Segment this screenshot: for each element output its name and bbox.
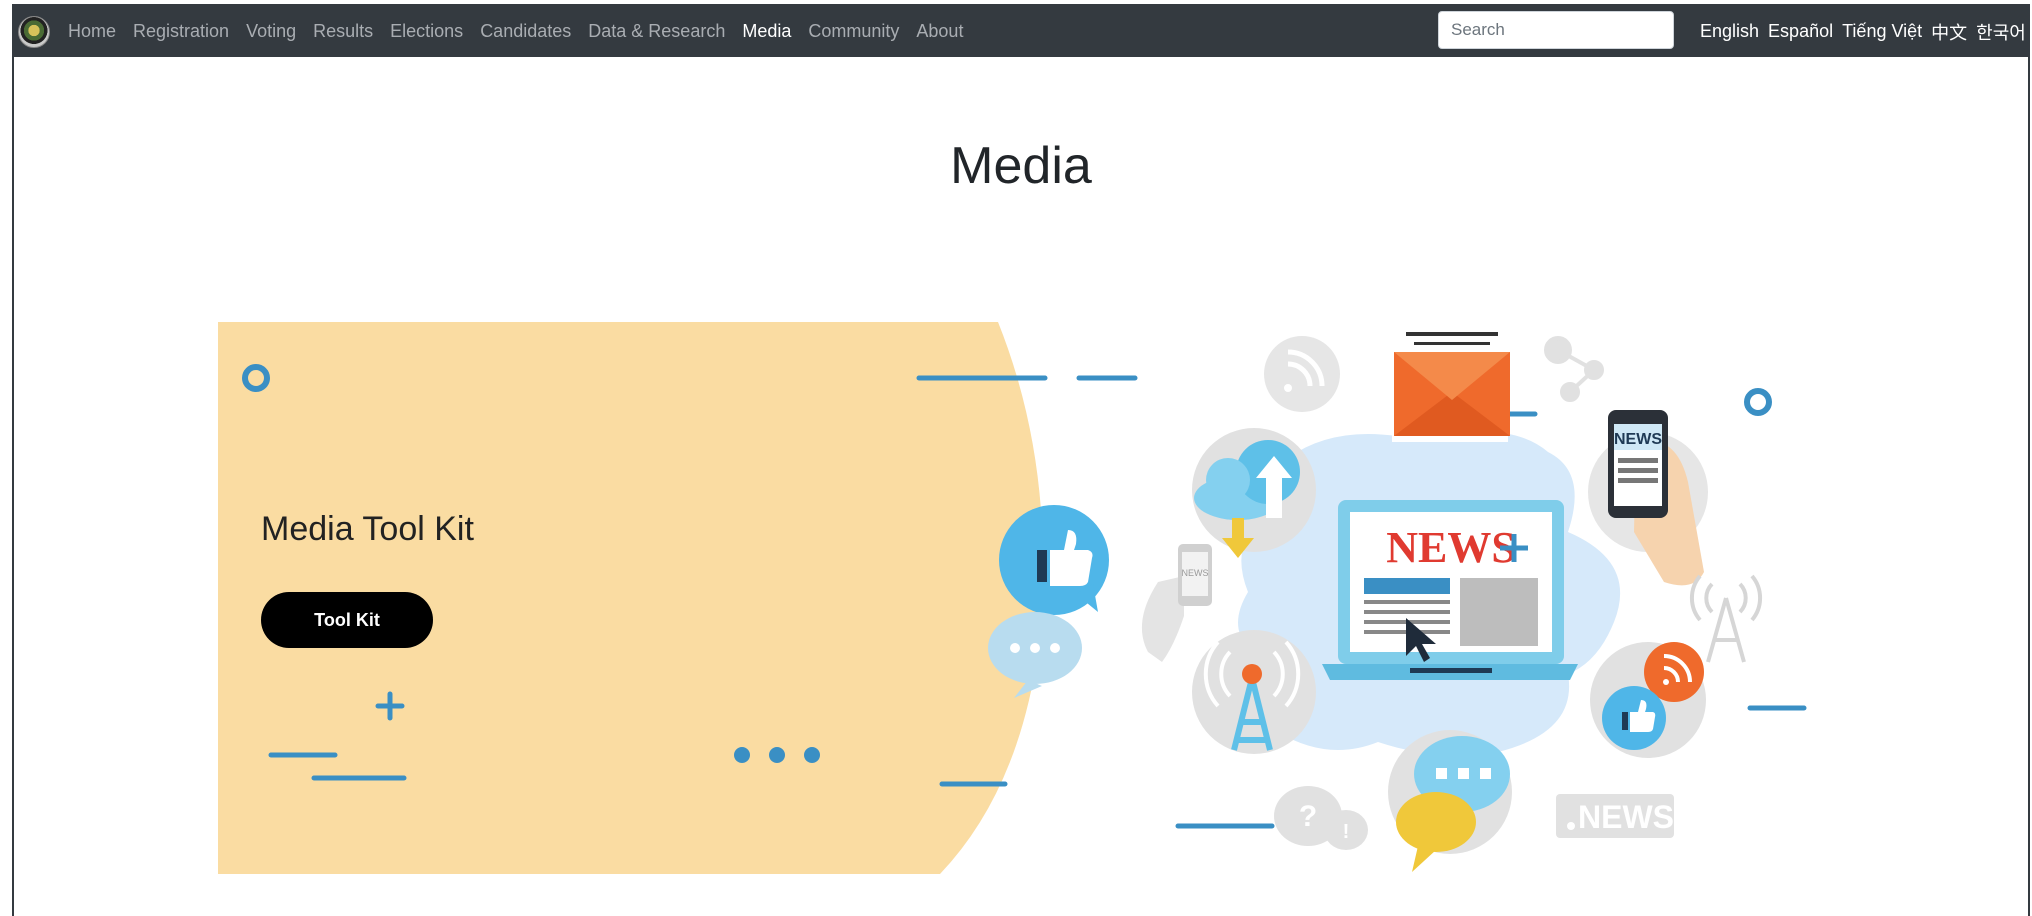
question-bubble-icon: ? ! bbox=[1274, 786, 1368, 850]
svg-text:?: ? bbox=[1299, 800, 1317, 833]
nav-home[interactable]: Home bbox=[68, 21, 116, 42]
page-title: Media bbox=[950, 137, 1092, 195]
nav-data-research[interactable]: Data & Research bbox=[588, 21, 725, 42]
browser-page: Home Registration Voting Results Electio… bbox=[12, 4, 2030, 916]
media-hero-banner: NEWS ? ! NEWS NEWS NEWS Media Tool Kit T… bbox=[218, 322, 1818, 882]
antenna-icon bbox=[1689, 574, 1763, 663]
laptop-news-headline: NEWS bbox=[1386, 523, 1516, 572]
phone-news-label: NEWS bbox=[1614, 431, 1662, 448]
small-phone-news-label: NEWS bbox=[1182, 568, 1209, 578]
dots-icon bbox=[734, 747, 820, 763]
tool-kit-button[interactable]: Tool Kit bbox=[261, 592, 433, 648]
svg-text:!: ! bbox=[1343, 821, 1350, 843]
hand-phone-icon: NEWS bbox=[1141, 544, 1212, 662]
nav-results[interactable]: Results bbox=[313, 21, 373, 42]
nav-voting[interactable]: Voting bbox=[246, 21, 296, 42]
language-switcher: English Español Tiếng Việt 中文 한국어 bbox=[1700, 6, 2028, 57]
lang-espanol[interactable]: Español bbox=[1768, 21, 1833, 42]
thumbs-up-small-icon bbox=[1602, 686, 1666, 750]
hand-smartphone-icon: NEWS bbox=[1608, 410, 1704, 586]
share-icon bbox=[1544, 336, 1604, 402]
lang-chinese[interactable]: 中文 bbox=[1931, 19, 1967, 45]
badge-news-label: NEWS bbox=[1578, 799, 1674, 835]
search-input[interactable] bbox=[1438, 11, 1674, 49]
laptop-news-icon: NEWS bbox=[1322, 500, 1578, 680]
envelope-icon bbox=[1392, 322, 1510, 442]
nav-candidates[interactable]: Candidates bbox=[480, 21, 571, 42]
lang-vietnamese[interactable]: Tiếng Việt bbox=[1842, 21, 1922, 42]
thumbs-up-icon bbox=[999, 505, 1109, 615]
media-illustration: NEWS ? ! NEWS NEWS NEWS bbox=[218, 322, 1807, 874]
nav-about[interactable]: About bbox=[916, 21, 963, 42]
site-logo-icon[interactable] bbox=[18, 15, 50, 48]
nav-registration[interactable]: Registration bbox=[133, 21, 229, 42]
lang-korean[interactable]: 한국어 bbox=[1976, 19, 2026, 45]
nav-community[interactable]: Community bbox=[808, 21, 899, 42]
ring-decoration bbox=[1744, 388, 1772, 416]
lang-english[interactable]: English bbox=[1700, 21, 1759, 42]
nav-media[interactable]: Media bbox=[742, 21, 791, 42]
news-badge-icon: NEWS bbox=[1556, 794, 1674, 838]
top-navbar: Home Registration Voting Results Electio… bbox=[14, 6, 2028, 57]
media-tool-kit-title: Media Tool Kit bbox=[261, 510, 474, 548]
nav-elections[interactable]: Elections bbox=[390, 21, 463, 42]
